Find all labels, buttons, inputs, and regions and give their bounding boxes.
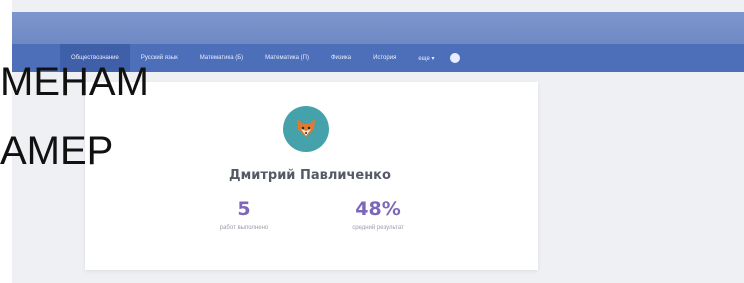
stat-score-value: 48% <box>355 198 401 220</box>
tab-math-profile[interactable]: Математика (П) <box>254 44 320 72</box>
fox-icon <box>297 119 315 137</box>
overlay-text-line-2: АМЕР <box>0 129 114 173</box>
user-name: Дмитрий Павличенко <box>229 168 391 183</box>
tab-math-basic[interactable]: Математика (Б) <box>189 44 254 72</box>
avatar[interactable] <box>283 106 329 152</box>
overlay-text-line-1: МЕНАМ <box>0 60 149 104</box>
tab-physics[interactable]: Физика <box>320 44 362 72</box>
tab-history[interactable]: История <box>362 44 407 72</box>
header-band <box>12 12 744 44</box>
stat-score-label: средний результат <box>352 225 404 231</box>
stat-works-label: работ выполнено <box>219 225 269 231</box>
stat-works-value: 5 <box>237 198 251 220</box>
gear-icon[interactable] <box>449 53 460 63</box>
tab-more[interactable]: еще ▾ <box>407 44 445 72</box>
